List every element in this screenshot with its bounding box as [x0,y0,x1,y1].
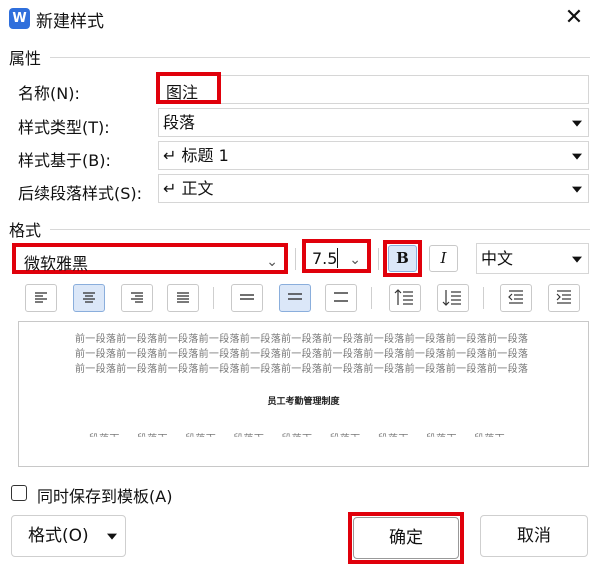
dropdown-arrow-icon [107,533,117,540]
line-spacing-onehalf-icon [288,293,302,300]
style-type-select[interactable]: 段落 [158,108,589,137]
title-bar: W 新建样式 ✕ [0,0,600,38]
dropdown-arrow-icon [572,256,582,263]
italic-button[interactable]: I [429,245,458,272]
preview-previous-paragraph-line: 前一段落前一段落前一段落前一段落前一段落前一段落前一段落前一段落前一段落前一段落… [75,364,529,375]
line-spacing-onehalf-button[interactable] [279,284,311,312]
based-on-value: ↵ 标题 1 [163,146,229,165]
script-value: 中文 [481,249,514,268]
toolbar-separator [295,248,296,270]
dialog-title: 新建样式 [36,12,104,32]
next-style-label: 后续段落样式(S): [18,184,143,203]
align-left-button[interactable] [25,284,57,312]
chevron-down-icon: ⌄ [266,254,278,270]
style-type-value: 段落 [163,113,196,132]
text-cursor [337,248,338,268]
properties-heading: 属性 [9,49,42,68]
ok-button[interactable]: 确定 [353,517,459,559]
line-spacing-single-button[interactable] [231,284,263,312]
dropdown-arrow-icon [572,186,582,193]
next-style-value: ↵ 正文 [163,179,214,198]
dropdown-arrow-icon [572,120,582,127]
based-on-label: 样式基于(B): [18,151,111,170]
wps-app-icon: W [9,8,30,29]
preview-previous-paragraph-line: 前一段落前一段落前一段落前一段落前一段落前一段落前一段落前一段落前一段落前一段落… [75,334,529,345]
save-to-template-label[interactable]: 同时保存到模板(A) [37,483,172,507]
line-spacing-single-icon [240,294,254,300]
space-after-icon [442,290,461,306]
font-value: 微软雅黑 [24,254,89,273]
decrease-indent-button[interactable] [500,284,532,312]
line-spacing-double-icon [334,292,348,302]
toolbar-separator [371,287,372,309]
format-menu-label: 格式(O) [28,526,89,546]
align-center-icon [83,292,95,303]
name-input[interactable]: 图注 [156,72,221,104]
format-menu-button[interactable]: 格式(O) [11,515,126,557]
script-select[interactable]: 中文 [476,243,589,274]
space-before-icon [394,289,413,305]
chevron-down-icon: ⌄ [349,252,361,268]
align-left-icon [35,292,47,303]
increase-indent-button[interactable] [548,284,580,312]
align-right-icon [131,292,143,303]
format-heading: 格式 [9,221,42,240]
toolbar-separator [213,287,214,309]
toolbar-separator [378,248,379,270]
increase-indent-icon [556,290,571,304]
decrease-indent-icon [508,290,523,304]
cancel-button[interactable]: 取消 [480,515,588,557]
name-field-container [158,75,589,104]
format-divider [50,229,590,230]
font-select[interactable]: 微软雅黑 ⌄ [12,243,288,274]
properties-divider [50,57,590,58]
based-on-select[interactable]: ↵ 标题 1 [158,141,589,170]
align-right-button[interactable] [121,284,153,312]
next-style-select[interactable]: ↵ 正文 [158,174,589,203]
close-icon[interactable]: ✕ [561,4,587,32]
preview-next-paragraph-line: 一 段落下 一 段落下 一 段落下 一 段落下 一 段落下 一 段落下 一 段落… [75,434,505,445]
dropdown-arrow-icon [572,153,582,160]
preview-previous-paragraph-line: 前一段落前一段落前一段落前一段落前一段落前一段落前一段落前一段落前一段落前一段落… [75,349,529,360]
justify-button[interactable] [167,284,199,312]
style-type-label: 样式类型(T): [18,118,110,137]
toolbar-separator [483,287,484,309]
font-size-select[interactable]: 7.5 ⌄ [302,239,371,273]
font-size-value: 7.5 [312,249,338,268]
name-label: 名称(N): [18,84,80,103]
preview-sample-text: 员工考勤管理制度 [267,397,340,407]
save-to-template-checkbox[interactable] [11,485,27,501]
bold-button[interactable]: B [388,245,417,272]
spacing-before-button[interactable] [389,284,421,312]
align-center-button[interactable] [73,284,105,312]
name-input-value: 图注 [166,83,199,102]
line-spacing-double-button[interactable] [325,284,357,312]
spacing-after-button[interactable] [437,284,469,312]
style-preview-pane: 前一段落前一段落前一段落前一段落前一段落前一段落前一段落前一段落前一段落前一段落… [18,321,589,467]
justify-icon [177,292,189,303]
